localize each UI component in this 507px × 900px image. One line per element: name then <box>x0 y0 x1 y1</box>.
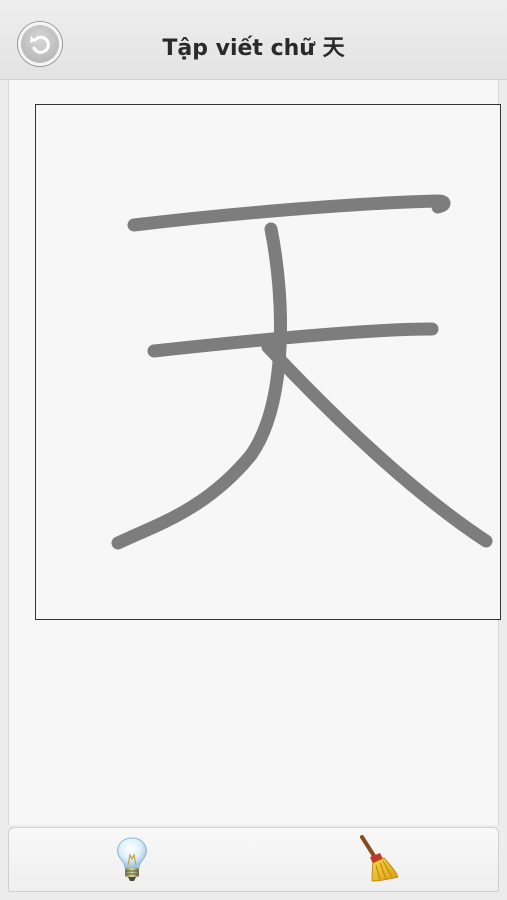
hint-button[interactable] <box>107 834 157 884</box>
character-strokes <box>111 194 493 550</box>
app-screen: Tập viết chữ 天 <box>0 0 507 900</box>
stroke-2 <box>147 322 439 358</box>
bottom-toolbar <box>8 827 499 892</box>
content-area <box>8 80 501 825</box>
page-title: Tập viết chữ 天 <box>162 36 345 61</box>
stroke-3 <box>111 222 287 550</box>
clear-button[interactable] <box>352 834 402 884</box>
header-bar: Tập viết chữ 天 <box>0 0 507 80</box>
stroke-1 <box>127 194 451 232</box>
lightbulb-icon <box>117 837 147 881</box>
broom-icon <box>360 835 399 882</box>
stroke-4 <box>261 340 493 548</box>
writing-canvas[interactable] <box>35 104 501 620</box>
